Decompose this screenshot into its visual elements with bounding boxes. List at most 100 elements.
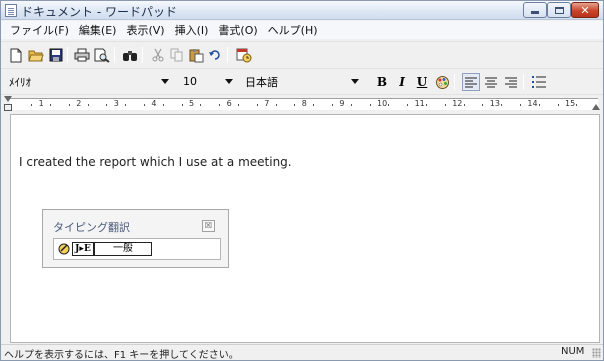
font-family-value: ﾒｲﾘｵ	[9, 75, 31, 89]
menu-edit[interactable]: 編集(E)	[74, 22, 122, 38]
menu-help[interactable]: ヘルプ(H)	[263, 22, 323, 38]
first-line-indent-marker[interactable]	[4, 96, 12, 102]
ruler-number: 15	[565, 99, 576, 108]
close-icon: ✕	[580, 3, 590, 17]
ruler-number: 3	[113, 99, 119, 108]
ruler-tick	[256, 104, 258, 106]
ruler-tick	[294, 104, 296, 106]
ruler-tick	[332, 104, 333, 106]
toolbar-separator	[67, 47, 68, 63]
panel-close-button[interactable]: ☒	[202, 220, 215, 232]
bold-icon: B	[376, 75, 388, 89]
find-button[interactable]	[121, 46, 139, 64]
save-icon	[49, 48, 63, 62]
ruler-tick	[576, 104, 578, 106]
ruler-tick	[557, 104, 559, 106]
window-title: ドキュメント - ワードパッド	[21, 5, 177, 19]
ruler-number: 10	[377, 99, 388, 108]
minimize-button[interactable]	[523, 2, 547, 18]
script-select[interactable]: 日本語	[241, 73, 363, 90]
ruler-tick	[501, 104, 503, 106]
insert-datetime-button[interactable]	[235, 46, 253, 64]
save-button[interactable]	[47, 46, 65, 64]
toolbar-separator	[142, 47, 143, 63]
menu-file[interactable]: ファイル(F)	[5, 22, 74, 38]
cut-icon	[152, 48, 164, 62]
typing-translation-panel[interactable]: タイピング翻訳 ☒ J▸E 一般	[42, 209, 229, 268]
bullets-button[interactable]	[530, 73, 548, 91]
font-family-select[interactable]: ﾒｲﾘｵ	[5, 73, 173, 90]
title-bar[interactable]: ドキュメント - ワードパッド ✕	[1, 1, 603, 20]
ruler-scale: 1 2 3 4 5 6 7 8 9 10 11 12 13 14 15	[10, 98, 598, 110]
bullets-icon	[532, 76, 546, 88]
wordpad-app-icon[interactable]	[5, 4, 17, 17]
ruler-tick	[200, 104, 202, 106]
ruler-tick	[369, 104, 371, 106]
toolbar-separator	[523, 74, 524, 90]
print-preview-button[interactable]	[93, 46, 111, 64]
ruler-number: 2	[76, 99, 82, 108]
cut-button[interactable]	[149, 46, 167, 64]
ruler-tick	[538, 104, 540, 106]
align-left-icon	[465, 77, 477, 87]
menu-insert[interactable]: 挿入(I)	[170, 22, 214, 38]
align-right-button[interactable]	[502, 73, 520, 91]
left-indent-marker[interactable]	[4, 104, 12, 111]
align-right-icon	[505, 77, 517, 87]
ruler-tick	[444, 104, 446, 106]
resize-grip-icon[interactable]	[592, 348, 601, 358]
close-button[interactable]: ✕	[571, 2, 599, 18]
ruler-tick	[482, 104, 484, 106]
copy-icon	[170, 48, 183, 62]
menu-format[interactable]: 書式(O)	[213, 22, 262, 38]
print-button[interactable]	[73, 46, 91, 64]
ruler-tick	[426, 104, 427, 106]
num-lock-indicator: NUM	[561, 346, 585, 357]
font-size-value: 10	[183, 75, 197, 88]
align-left-button[interactable]	[462, 73, 480, 91]
font-size-select[interactable]: 10	[179, 73, 237, 90]
maximize-button[interactable]	[547, 2, 571, 18]
undo-button[interactable]	[206, 46, 224, 64]
minimize-icon	[531, 11, 539, 14]
open-button[interactable]	[27, 46, 45, 64]
mode-select[interactable]: 一般	[94, 242, 152, 256]
palette-icon	[435, 75, 449, 89]
underline-button[interactable]: U	[413, 73, 431, 91]
maximize-icon	[554, 6, 564, 14]
underline-icon: U	[416, 75, 428, 89]
print-icon	[74, 48, 90, 62]
ruler-number: 8	[301, 99, 307, 108]
ruler-number: 4	[151, 99, 157, 108]
open-icon	[28, 50, 44, 62]
ruler-number: 1	[38, 99, 44, 108]
script-value: 日本語	[245, 75, 278, 89]
color-button[interactable]	[433, 73, 451, 91]
paste-button[interactable]	[187, 46, 205, 64]
ruler[interactable]: 1 2 3 4 5 6 7 8 9 10 11 12 13 14 15	[1, 94, 603, 112]
ruler-number: 14	[527, 99, 538, 108]
paste-icon	[189, 48, 203, 62]
new-button[interactable]	[7, 46, 25, 64]
ruler-tick	[463, 104, 465, 106]
translation-engine-icon[interactable]	[58, 242, 72, 256]
status-bar: ヘルプを表示するには、F1 キーを押してください。 NUM	[1, 344, 603, 361]
right-indent-marker[interactable]	[592, 104, 600, 110]
ruler-tick	[125, 104, 127, 106]
chevron-down-icon	[161, 79, 169, 84]
ruler-tick	[219, 104, 221, 106]
format-toolbar: ﾒｲﾘｵ 10 日本語 B I U	[1, 68, 603, 93]
ruler-tick	[68, 104, 70, 106]
ruler-tick	[50, 104, 51, 106]
align-center-icon	[485, 77, 497, 87]
direction-button[interactable]: J▸E	[72, 242, 94, 256]
copy-button[interactable]	[168, 46, 186, 64]
menu-view[interactable]: 表示(V)	[121, 22, 169, 38]
align-center-button[interactable]	[482, 73, 500, 91]
bold-button[interactable]: B	[373, 73, 391, 91]
wordpad-window: ドキュメント - ワードパッド ✕ ファイル(F) 編集(E) 表示(V) 挿入…	[0, 0, 604, 361]
ruler-tick	[31, 104, 33, 106]
ruler-tick	[238, 104, 239, 106]
italic-button[interactable]: I	[393, 73, 411, 91]
toolbar-separator	[454, 74, 455, 90]
